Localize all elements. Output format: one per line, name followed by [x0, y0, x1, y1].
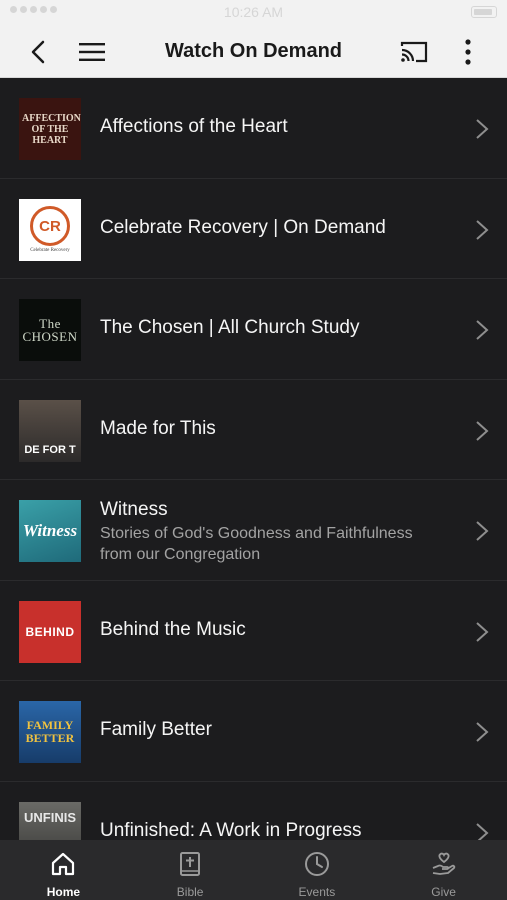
thumbnail-text: CR — [39, 217, 61, 235]
list-item-celebrate-recovery[interactable]: CR Celebrate Recovery Celebrate Recovery… — [0, 179, 507, 279]
more-vertical-icon — [465, 39, 471, 65]
list-item-the-chosen[interactable]: The CHOSEN The Chosen | All Church Study — [0, 279, 507, 380]
tab-events[interactable]: Events — [254, 840, 381, 900]
chevron-right-icon — [476, 420, 489, 441]
thumbnail-text: The CHOSEN — [22, 316, 78, 344]
series-thumbnail: BEHIND — [19, 600, 81, 663]
item-title: Witness — [100, 499, 168, 520]
tab-label: Home — [46, 885, 81, 899]
cast-button[interactable] — [398, 36, 430, 68]
list-item-affections-of-the-heart[interactable]: AFFECTIONS OF THE HEART Affections of th… — [0, 78, 507, 179]
tab-home[interactable]: Home — [0, 840, 127, 900]
series-thumbnail: FAMILY BETTER — [19, 701, 81, 763]
cr-logo: CR — [30, 206, 70, 246]
chevron-right-icon — [476, 521, 489, 541]
thumbnail-text: AFFECTIONS OF THE HEART — [22, 112, 81, 146]
list-item-made-for-this[interactable]: DE FOR T Made for This — [0, 380, 507, 480]
item-title: Celebrate Recovery | On Demand — [100, 216, 386, 238]
chevron-right-icon — [476, 621, 489, 642]
list-item-family-better[interactable]: FAMILY BETTER Family Better — [0, 681, 507, 782]
item-title: Unfinished: A Work in Progress — [100, 819, 362, 841]
more-options-button[interactable] — [452, 36, 484, 68]
tab-give[interactable]: Give — [380, 840, 507, 900]
tab-label: Bible — [176, 885, 204, 899]
series-thumbnail: CR Celebrate Recovery — [19, 198, 81, 261]
item-title: Family Better — [100, 719, 212, 740]
thumbnail-text: UNFINIS — [24, 809, 76, 825]
chevron-right-icon — [476, 320, 489, 340]
thumbnail-text: FAMILY BETTER — [25, 718, 75, 745]
list-item-unfinished[interactable]: UNFINIS Unfinished: A Work in Progress — [0, 782, 507, 841]
thumbnail-text: BEHIND — [25, 624, 75, 639]
series-thumbnail: DE FOR T — [19, 399, 81, 462]
status-bar: 10:26 AM — [0, 0, 507, 26]
item-title: Behind the Music — [100, 618, 246, 640]
chevron-right-icon — [476, 219, 489, 240]
list-item-behind-the-music[interactable]: BEHIND Behind the Music — [0, 581, 507, 681]
clock-icon — [304, 852, 329, 876]
page-title: Watch On Demand — [164, 40, 343, 62]
item-title: Affections of the Heart — [100, 116, 288, 137]
home-icon — [52, 852, 75, 876]
status-time: 10:26 AM — [223, 4, 284, 20]
series-thumbnail: UNFINIS — [19, 801, 81, 840]
tab-label: Events — [298, 885, 336, 899]
thumbnail-subtext: Celebrate Recovery — [30, 248, 70, 253]
thumbnail-text: Witness — [22, 521, 78, 540]
item-title: Made for This — [100, 417, 216, 439]
thumbnail-text: DE FOR T — [24, 443, 76, 456]
series-thumbnail: Witness — [19, 500, 81, 562]
tab-label: Give — [431, 885, 456, 899]
list-item-witness[interactable]: Witness Witness Stories of God's Goodnes… — [0, 480, 507, 581]
on-demand-list: AFFECTIONS OF THE HEART Affections of th… — [0, 78, 507, 840]
item-subtitle: Stories of God's Goodness and Faithfulne… — [100, 525, 413, 563]
navigation-bar: Watch On Demand — [0, 26, 507, 78]
bible-icon — [180, 852, 201, 876]
series-thumbnail: The CHOSEN — [19, 299, 81, 361]
series-thumbnail: AFFECTIONS OF THE HEART — [19, 98, 81, 160]
chevron-right-icon — [476, 119, 489, 139]
chevron-right-icon — [476, 822, 489, 840]
cast-icon — [400, 41, 428, 63]
battery-icon — [471, 6, 497, 18]
item-title: The Chosen | All Church Study — [100, 317, 360, 338]
tab-bible[interactable]: Bible — [127, 840, 254, 900]
chevron-right-icon — [476, 722, 489, 742]
give-icon — [432, 852, 455, 875]
tab-bar: Home Bible Events Give — [0, 840, 507, 900]
